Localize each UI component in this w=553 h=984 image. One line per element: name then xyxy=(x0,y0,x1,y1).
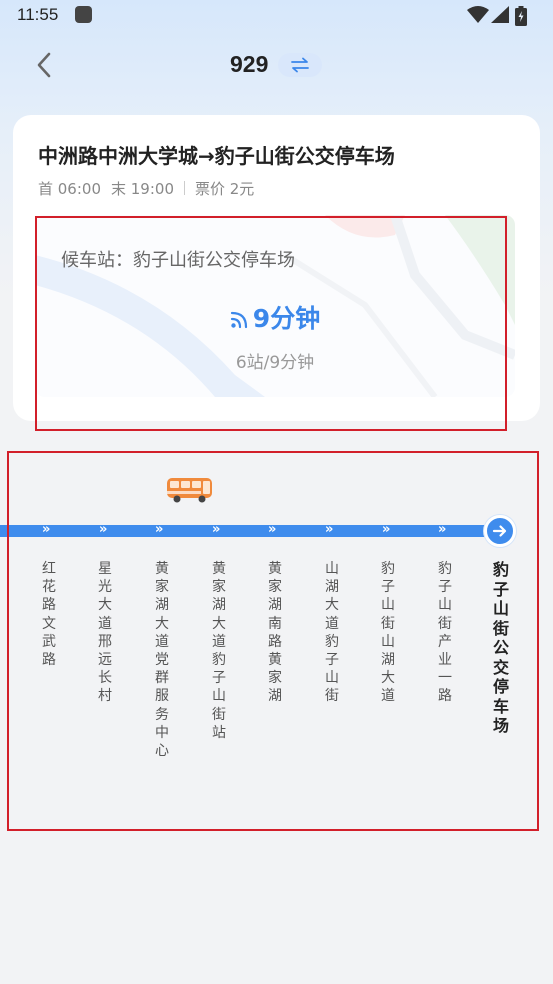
direction-arrow-icon: » xyxy=(325,522,334,537)
status-time: 11:55 xyxy=(17,5,59,24)
direction-arrow-icon: » xyxy=(212,522,221,537)
route-schedule: 首 06:00 末 19:00 票价 2元 xyxy=(38,178,264,199)
direction-arrow-icon: » xyxy=(268,522,277,537)
back-button[interactable] xyxy=(30,50,60,80)
eta-stops-detail: 6站/9分钟 xyxy=(235,353,315,373)
direction-arrow-icon: » xyxy=(99,522,108,537)
stop-item[interactable]: 山湖大道豹子山街 xyxy=(322,560,342,706)
route-info-card: 中洲路中洲大学城→豹子山街公交停车场 首 06:00 末 19:00 票价 2元 候… xyxy=(13,115,540,421)
waiting-station-label: 候车站：豹子山街公交停车场 xyxy=(61,250,295,271)
waiting-station-panel[interactable]: 候车站：豹子山街公交停车场 9分钟 6站/9分钟 xyxy=(35,215,515,397)
direction-arrow-icon: » xyxy=(155,522,164,537)
signal-bars-icon xyxy=(491,6,509,23)
stop-item[interactable]: 黄家湖大道豹子山街站 xyxy=(209,560,229,742)
status-bar: 11:55 xyxy=(0,0,553,32)
current-stop-marker xyxy=(484,515,516,547)
direction-arrow-icon: » xyxy=(438,522,447,537)
route-number: 929 xyxy=(230,51,269,77)
route-progress-line xyxy=(0,525,500,537)
stop-item[interactable]: 豹子山街产业一路 xyxy=(435,560,455,706)
stop-item[interactable]: 红花路文武路 xyxy=(39,560,59,669)
wifi-icon xyxy=(467,6,489,23)
last-bus-time: 末 19:00 xyxy=(111,180,174,198)
eta-minutes: 9分钟 xyxy=(252,304,321,333)
stop-item-current[interactable]: 豹子山街公交停车场 xyxy=(490,560,512,736)
stop-item[interactable]: 星光大道邢远长村 xyxy=(95,560,115,706)
route-direction-title: 中洲路中洲大学城→豹子山街公交停车场 xyxy=(38,144,395,168)
swap-direction-button[interactable] xyxy=(278,53,322,77)
stop-item[interactable]: 豹子山街山湖大道 xyxy=(378,560,398,706)
status-icons xyxy=(467,6,537,26)
stop-item[interactable]: 黄家湖大道党群服务中心 xyxy=(152,560,172,760)
direction-arrow-icon: » xyxy=(382,522,391,537)
fare-info: 票价 2元 xyxy=(195,180,255,198)
meta-divider xyxy=(184,181,185,195)
battery-icon xyxy=(515,6,527,26)
notification-app-icon xyxy=(75,6,92,23)
back-chevron-icon xyxy=(37,52,51,78)
eta-display: 9分钟 xyxy=(35,299,515,335)
bus-icon xyxy=(167,478,212,503)
first-bus-time: 首 06:00 xyxy=(38,180,101,198)
arrow-right-icon xyxy=(492,525,507,537)
stop-item[interactable]: 黄家湖南路黄家湖 xyxy=(265,560,285,706)
realtime-signal-icon xyxy=(230,311,247,329)
direction-arrow-icon: » xyxy=(42,522,51,537)
swap-icon xyxy=(291,57,309,73)
